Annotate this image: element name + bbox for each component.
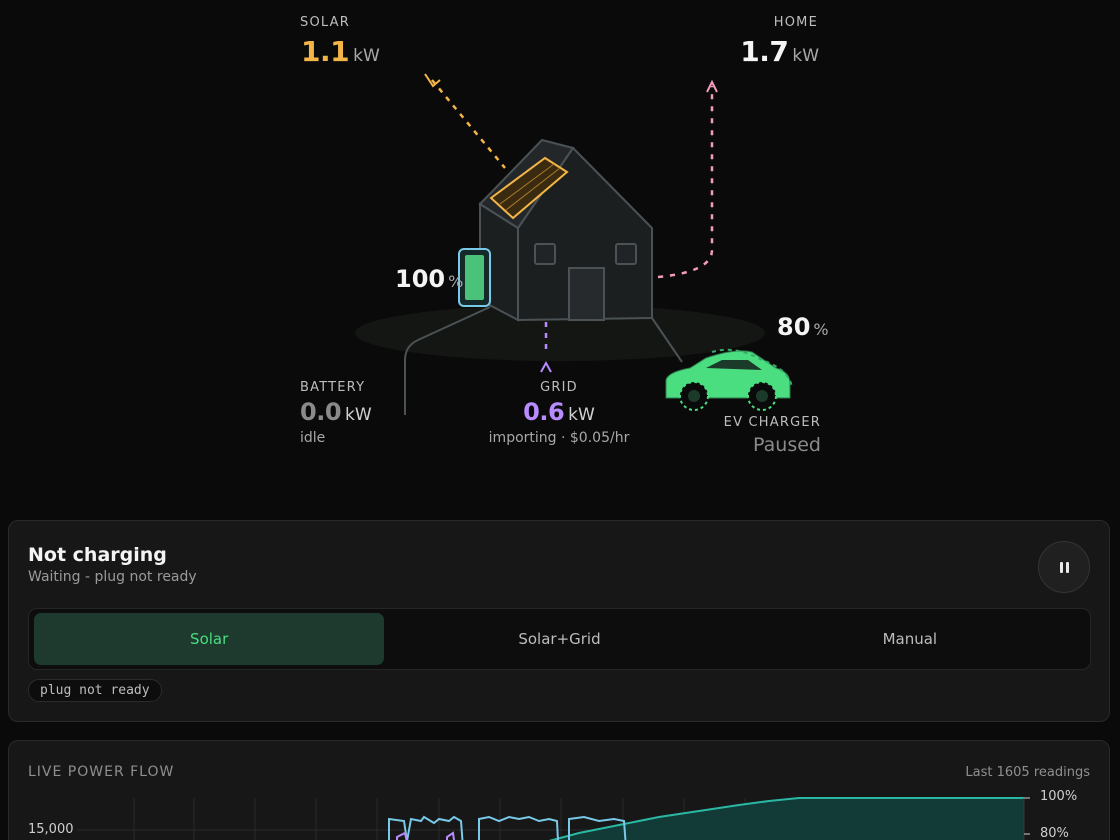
pause-button[interactable] — [1038, 541, 1090, 593]
battery-value: 0.0 kW — [300, 398, 372, 426]
mode-solar-grid[interactable]: Solar+Grid — [384, 613, 734, 665]
power-trace-grid — [396, 831, 456, 840]
house-door — [568, 267, 605, 321]
battery-status: idle — [300, 430, 326, 446]
solar-flow-line — [431, 79, 506, 169]
readings-count: Last 1605 readings — [965, 765, 1090, 780]
status-badge: plug not ready — [28, 679, 162, 702]
house-window-left — [534, 243, 556, 265]
y-axis-tick-right-80: 80% — [1040, 826, 1069, 840]
battery-label: BATTERY — [300, 380, 366, 395]
grid-flow-arrow-icon — [540, 360, 552, 373]
ev-soc: 80% — [777, 313, 829, 341]
solar-value: 1.1 kW — [301, 35, 380, 68]
charging-control-card: Not charging Waiting - plug not ready So… — [8, 520, 1110, 722]
y-axis-tick-right-100: 100% — [1040, 789, 1078, 804]
home-label: HOME — [773, 15, 818, 30]
solar-label: SOLAR — [300, 15, 350, 30]
home-value: 1.7 kW — [740, 35, 819, 68]
battery-level-fill — [465, 255, 484, 300]
mode-solar[interactable]: Solar — [34, 613, 385, 665]
grid-value: 0.6 kW — [523, 398, 595, 426]
charging-status-subtitle: Waiting - plug not ready — [28, 569, 197, 585]
ev-charger-status: Paused — [753, 434, 821, 456]
live-power-flow-card: LIVE POWER FLOW Last 1605 readings 15,00… — [8, 740, 1110, 840]
charging-status-title: Not charging — [28, 544, 167, 566]
y-axis-tick-left: 15,000 — [28, 822, 74, 837]
battery-soc: 100% — [395, 265, 464, 293]
charging-mode-selector: Solar Solar+Grid Manual — [28, 608, 1091, 670]
soc-area — [552, 798, 1024, 840]
energy-flow-diagram: SOLAR 1.1 kW HOME 1.7 kW 100% 80% BATTERY … — [0, 0, 1120, 500]
live-power-chart — [77, 797, 1030, 840]
ev-charger-label: EV CHARGER — [723, 415, 821, 430]
grid-label: GRID — [540, 380, 578, 395]
house-window-right — [615, 243, 637, 265]
mode-manual[interactable]: Manual — [735, 613, 1085, 665]
ev-car-icon — [665, 348, 793, 411]
pause-icon — [1058, 558, 1070, 577]
home-flow-line — [657, 86, 714, 279]
grid-status: importing · $0.05/hr — [488, 430, 630, 446]
live-power-title: LIVE POWER FLOW — [28, 764, 175, 780]
